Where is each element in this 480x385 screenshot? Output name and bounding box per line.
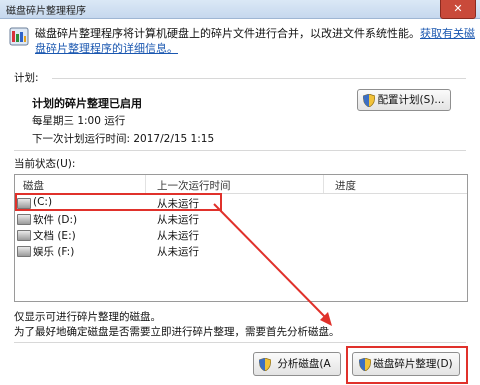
intro-text: 磁盘碎片整理程序将计算机硬盘上的碎片文件进行合并，以改进文件系统性能。获取有关磁…: [35, 26, 475, 56]
disk-name: 文档 (E:): [33, 230, 76, 242]
disk-name: 软件 (D:): [33, 214, 78, 226]
schedule-divider: [52, 78, 466, 79]
status-divider: [14, 150, 466, 151]
drive-icon: [17, 214, 31, 225]
annotation-arrow-icon: [213, 203, 332, 326]
note-line-1: 仅显示可进行碎片整理的磁盘。: [14, 311, 161, 323]
analyze-disk-label: 分析磁盘(A: [277, 358, 331, 370]
defrag-logo-icon: [9, 27, 29, 46]
status-label: 当前状态(U):: [14, 158, 76, 170]
column-disk[interactable]: 磁盘: [23, 178, 44, 193]
disk-last-run: 从未运行: [157, 230, 199, 242]
drive-icon: [17, 230, 31, 241]
column-progress[interactable]: 进度: [335, 178, 356, 193]
intro-description: 磁盘碎片整理程序将计算机硬盘上的碎片文件进行合并，以改进文件系统性能。: [35, 27, 420, 40]
annotation-highlight-row: [15, 193, 222, 211]
schedule-next-run: 下一次计划运行时间: 2017/2/15 1:15: [32, 133, 215, 145]
drive-icon: [17, 246, 31, 257]
disk-list-header: 磁盘 上一次运行时间 进度: [15, 175, 467, 194]
window-title: 磁盘碎片整理程序: [6, 6, 86, 17]
shield-icon: [363, 94, 375, 107]
shield-icon: [259, 358, 271, 371]
disk-last-run: 从未运行: [157, 214, 199, 226]
configure-schedule-button[interactable]: 配置计划(S)...: [357, 89, 451, 111]
close-button[interactable]: ✕: [440, 0, 476, 19]
bottom-divider: [14, 342, 466, 343]
disk-name: 娱乐 (F:): [33, 246, 75, 258]
column-last-run[interactable]: 上一次运行时间: [157, 178, 231, 193]
schedule-label: 计划:: [14, 72, 39, 84]
disk-last-run: 从未运行: [157, 246, 199, 258]
annotation-highlight-button: [346, 346, 468, 384]
configure-schedule-label: 配置计划(S)...: [377, 94, 445, 106]
schedule-frequency: 每星期三 1:00 运行: [32, 115, 126, 127]
schedule-enabled-text: 计划的碎片整理已启用: [32, 97, 142, 110]
title-bar: 磁盘碎片整理程序 ✕: [0, 0, 480, 19]
analyze-disk-button[interactable]: 分析磁盘(A: [253, 352, 341, 376]
